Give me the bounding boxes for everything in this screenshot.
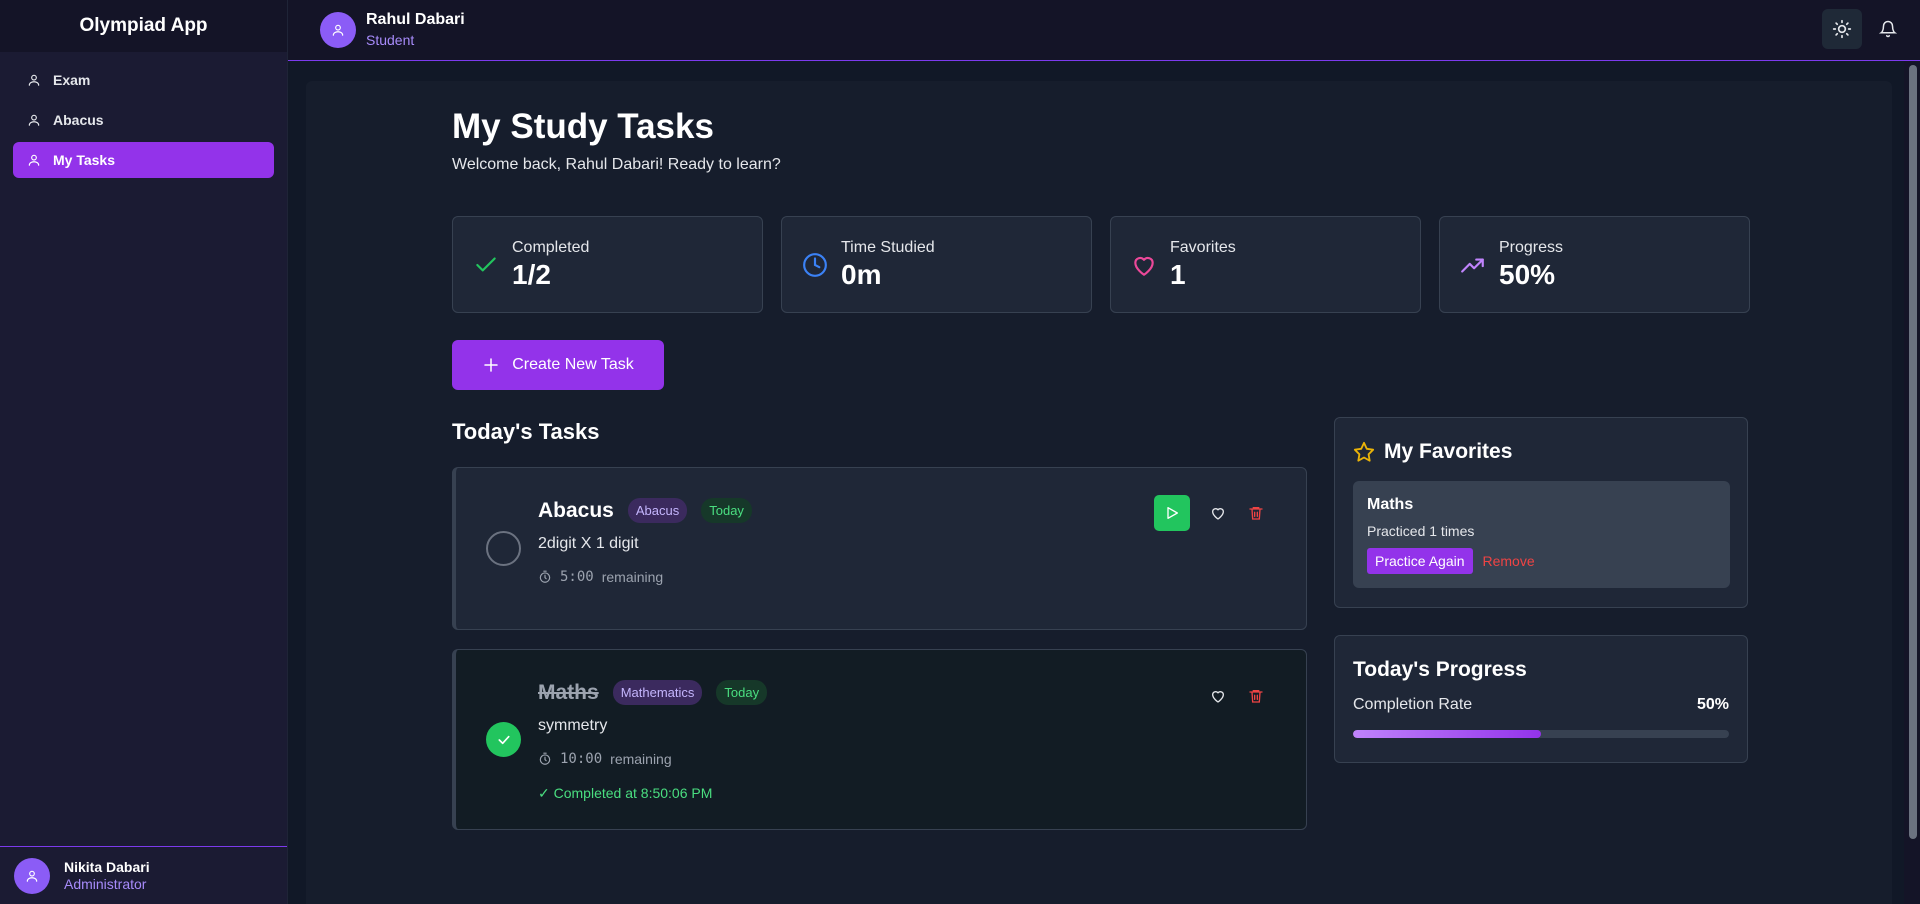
sidebar-item-label: My Tasks [53, 152, 115, 168]
favorite-meta: Practiced 1 times [1367, 523, 1475, 539]
page-header: My Study Tasks Welcome back, Rahul Dabar… [452, 106, 1748, 174]
stats-row: Completed 1/2 Time Studied 0m Favorites … [452, 216, 1750, 313]
stat-card-completed: Completed 1/2 [452, 216, 763, 313]
progress-value: 50% [1696, 696, 1729, 713]
trash-icon [1249, 690, 1263, 703]
section-title-todays-tasks: Today's Tasks [452, 419, 600, 444]
avatar[interactable] [320, 12, 356, 48]
task-name: Maths [538, 680, 599, 704]
task-card: Abacus Abacus Today 2digit X 1 digit 5:0… [452, 467, 1307, 630]
scrollbar[interactable] [1904, 61, 1920, 904]
remove-favorite-link[interactable]: Remove [1483, 553, 1535, 569]
heart-icon [1212, 508, 1224, 520]
timer-icon [539, 570, 551, 583]
stat-label: Favorites [1170, 238, 1236, 256]
stat-value: 0m [841, 258, 882, 290]
practice-again-button[interactable]: Practice Again [1367, 548, 1473, 574]
notifications-button[interactable] [1878, 19, 1898, 39]
stat-label: Progress [1499, 238, 1564, 256]
progress-bar-fill [1353, 730, 1541, 738]
heart-icon [1131, 252, 1157, 278]
task-time-suffix: remaining [610, 751, 672, 767]
stat-card-time-studied: Time Studied 0m [781, 216, 1092, 313]
task-timer: 5:00 remaining [538, 569, 766, 585]
sidebar: Olympiad App Exam Abacus My Tasks Nikita… [0, 0, 288, 904]
favorite-item: Maths Practiced 1 times Practice Again R… [1353, 481, 1730, 588]
task-card: Maths Mathematics Today symmetry 10:00 r… [452, 649, 1307, 830]
header-user-name: Rahul Dabari [366, 11, 465, 28]
stat-label: Time Studied [841, 238, 935, 256]
user-icon [27, 73, 41, 87]
stat-value: 1 [1170, 258, 1186, 290]
favorites-title: My Favorites [1384, 440, 1513, 463]
create-task-label: Create New Task [512, 356, 634, 373]
progress-label: Completion Rate [1353, 696, 1473, 713]
user-icon [332, 24, 344, 36]
star-icon [1353, 441, 1375, 463]
category-badge: Mathematics [612, 680, 703, 705]
sidebar-nav: Exam Abacus My Tasks [0, 52, 287, 192]
favorite-button[interactable] [1208, 503, 1228, 523]
sidebar-item-my-tasks[interactable]: My Tasks [13, 142, 274, 178]
trash-icon [1249, 507, 1263, 520]
stat-card-progress: Progress 50% [1439, 216, 1750, 313]
task-time-suffix: remaining [601, 569, 664, 585]
stat-card-favorites: Favorites 1 [1110, 216, 1421, 313]
progress-bar [1353, 730, 1729, 738]
avatar [14, 857, 50, 894]
timer-icon [539, 752, 551, 765]
bell-icon [1879, 20, 1897, 38]
task-description: 2digit X 1 digit [538, 535, 639, 552]
delete-task-button[interactable] [1246, 686, 1266, 706]
delete-task-button[interactable] [1246, 503, 1266, 523]
trending-up-icon [1460, 252, 1486, 278]
header-user-role: Student [366, 32, 415, 48]
sidebar-item-exam[interactable]: Exam [13, 62, 274, 98]
favorite-button[interactable] [1208, 686, 1228, 706]
top-header: Rahul Dabari Student [288, 0, 1920, 61]
day-badge: Today [701, 498, 752, 523]
sidebar-item-abacus[interactable]: Abacus [13, 102, 274, 138]
task-description: symmetry [538, 717, 608, 734]
task-complete-toggle[interactable] [486, 722, 521, 757]
task-time: 5:00 [560, 569, 594, 585]
theme-toggle-button[interactable] [1822, 9, 1862, 49]
stat-value: 1/2 [512, 258, 551, 290]
check-icon [473, 252, 499, 278]
check-icon [498, 735, 509, 744]
task-time: 10:00 [560, 751, 603, 767]
day-badge: Today [716, 680, 768, 705]
task-completed-message: ✓ Completed at 8:50:06 PM [538, 785, 713, 801]
footer-user-name: Nikita Dabari [64, 858, 150, 875]
task-name: Abacus [538, 498, 614, 522]
sidebar-user[interactable]: Nikita Dabari Administrator [0, 846, 287, 904]
todays-progress-card: Today's Progress Completion Rate 50% [1334, 635, 1748, 763]
stat-label: Completed [512, 238, 590, 256]
task-timer: 10:00 remaining [538, 751, 781, 767]
user-icon [27, 113, 41, 127]
sun-icon [1832, 19, 1852, 39]
progress-title: Today's Progress [1353, 658, 1527, 681]
scrollbar-thumb[interactable] [1909, 65, 1917, 839]
category-badge: Abacus [627, 498, 688, 523]
sidebar-item-label: Exam [53, 72, 91, 88]
app-title: Olympiad App [0, 0, 287, 52]
sidebar-item-label: Abacus [53, 112, 104, 128]
stat-value: 50% [1499, 258, 1556, 290]
clock-icon [802, 252, 828, 278]
create-task-button[interactable]: Create New Task [452, 340, 664, 390]
start-task-button[interactable] [1154, 495, 1190, 531]
plus-icon [482, 356, 500, 374]
favorites-card: My Favorites Maths Practiced 1 times Pra… [1334, 417, 1748, 608]
task-complete-toggle[interactable] [486, 531, 521, 566]
page-subtitle: Welcome back, Rahul Dabari! Ready to lea… [452, 156, 781, 173]
heart-icon [1212, 691, 1224, 703]
favorite-name: Maths [1367, 496, 1414, 513]
user-icon [27, 153, 41, 167]
footer-user-role: Administrator [64, 875, 147, 892]
play-icon [1167, 507, 1178, 519]
page-title: My Study Tasks [452, 107, 714, 146]
user-icon [26, 870, 38, 882]
